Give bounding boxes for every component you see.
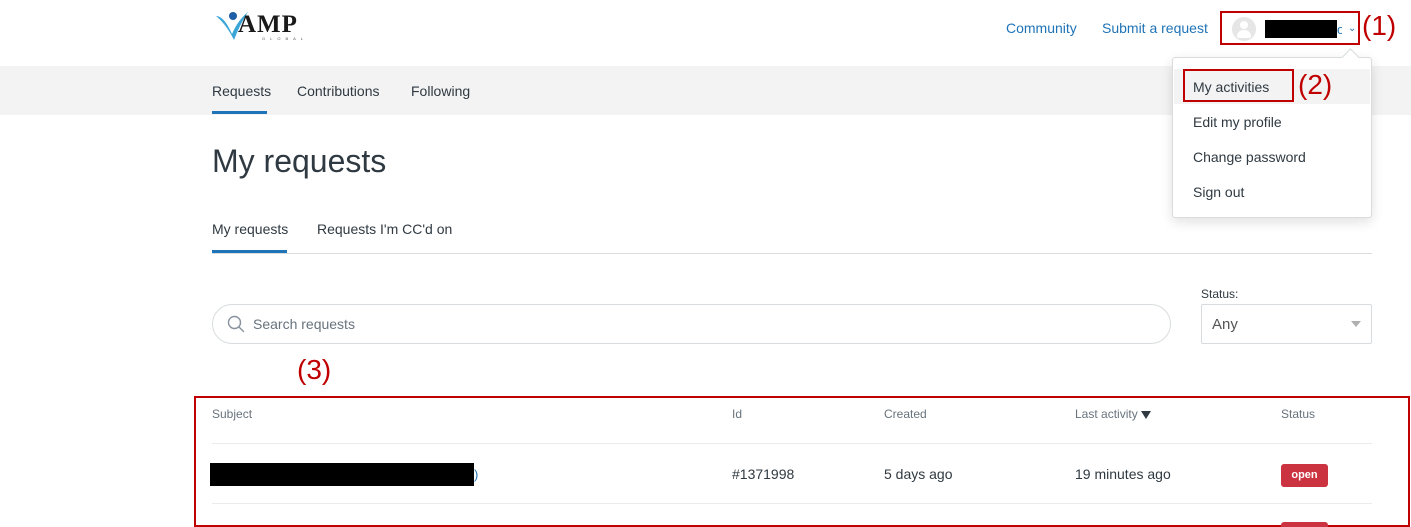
status-filter-select[interactable]: Any <box>1201 304 1372 344</box>
subnav-requests[interactable]: Requests <box>212 83 271 99</box>
column-header-subject[interactable]: Subject <box>212 407 252 421</box>
status-filter-label: Status: <box>1201 287 1239 301</box>
request-subject-link[interactable]: ) <box>474 467 478 482</box>
column-header-status[interactable]: Status <box>1281 407 1315 421</box>
submit-request-link[interactable]: Submit a request <box>1102 20 1208 36</box>
annotation-label-1: (1) <box>1362 10 1397 41</box>
search-input[interactable] <box>253 316 1133 332</box>
annotation-box-3 <box>194 396 1410 527</box>
sort-desc-icon <box>1140 410 1151 419</box>
annotation-box-1 <box>1220 11 1360 45</box>
status-badge <box>1281 522 1328 527</box>
table-row-divider <box>212 443 1372 444</box>
tab-cc-requests[interactable]: Requests I'm CC'd on <box>317 221 452 237</box>
column-header-last-activity[interactable]: Last activity <box>1075 407 1151 421</box>
annotation-label-3: (3) <box>297 354 332 385</box>
column-header-id[interactable]: Id <box>732 407 742 421</box>
subnav-following[interactable]: Following <box>411 83 470 99</box>
menu-item-sign-out[interactable]: Sign out <box>1193 184 1244 200</box>
subnav-active-indicator <box>212 111 267 114</box>
community-link[interactable]: Community <box>1006 20 1077 36</box>
status-filter-value: Any <box>1212 315 1238 333</box>
subnav-contributions[interactable]: Contributions <box>297 83 380 99</box>
search-icon <box>227 315 245 333</box>
annotation-box-2 <box>1183 69 1294 102</box>
tab-divider <box>212 253 1372 254</box>
request-id: #1371998 <box>732 466 795 482</box>
column-header-created[interactable]: Created <box>884 407 927 421</box>
column-header-last-activity-label: Last activity <box>1075 407 1138 421</box>
menu-item-change-password[interactable]: Change password <box>1193 149 1306 165</box>
annotation-label-2: (2) <box>1298 69 1333 100</box>
logo-subtext: GLOBAL <box>262 36 309 41</box>
subject-redaction <box>210 463 474 486</box>
request-created: 5 days ago <box>884 466 953 482</box>
tab-my-requests[interactable]: My requests <box>212 221 288 237</box>
search-box[interactable] <box>212 304 1171 344</box>
menu-item-edit-profile[interactable]: Edit my profile <box>1193 114 1282 130</box>
page-title: My requests <box>212 143 387 179</box>
request-last-activity: 19 minutes ago <box>1075 466 1171 482</box>
caret-down-icon <box>1351 321 1361 327</box>
table-row-divider <box>212 503 1372 504</box>
logo-wordmark: AMP <box>238 11 298 38</box>
status-badge: open <box>1281 464 1328 487</box>
